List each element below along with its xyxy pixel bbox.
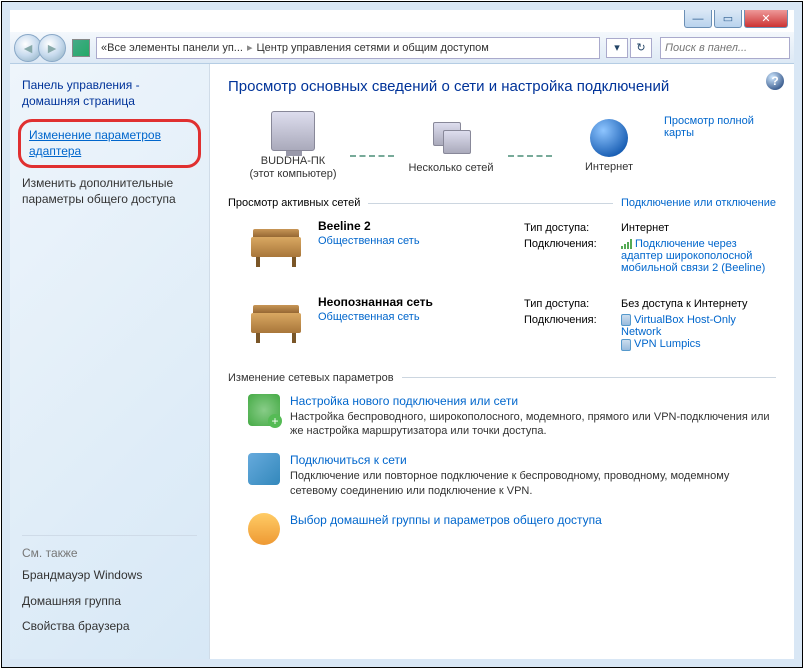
main-content: ? Просмотр основных сведений о сети и на… — [210, 64, 794, 659]
bench-icon — [248, 219, 304, 267]
globe-icon — [590, 119, 628, 157]
change-params-label: Изменение сетевых параметров — [228, 372, 394, 384]
chevron-right-icon: ▸ — [243, 41, 257, 54]
breadcrumb[interactable]: « Все элементы панели уп... ▸ Центр упра… — [96, 37, 600, 59]
network-type-link[interactable]: Общественная сеть — [318, 311, 420, 323]
signal-icon — [621, 239, 633, 249]
breadcrumb-item[interactable]: Центр управления сетями и общим доступом — [256, 42, 488, 54]
breadcrumb-dropdown-button[interactable]: ▾ — [606, 38, 628, 58]
network-type-link[interactable]: Общественная сеть — [318, 235, 420, 247]
network-item: Beeline 2 Общественная сеть Тип доступа:… — [228, 219, 776, 277]
connect-network-icon — [248, 453, 280, 485]
new-connection-icon — [248, 394, 280, 426]
minimize-button[interactable]: — — [684, 10, 712, 28]
connect-disconnect-link[interactable]: Подключение или отключение — [621, 197, 776, 209]
homegroup-icon — [248, 513, 280, 545]
task-link[interactable]: Настройка нового подключения или сети — [290, 394, 776, 408]
task-item: Выбор домашней группы и параметров общег… — [228, 513, 776, 545]
search-box[interactable] — [660, 37, 790, 59]
network-name: Beeline 2 — [318, 219, 518, 233]
adapter-icon — [621, 339, 631, 351]
map-internet[interactable]: Интернет — [554, 119, 664, 174]
maximize-button[interactable]: ▭ — [714, 10, 742, 28]
network-name: Неопознанная сеть — [318, 295, 518, 309]
close-button[interactable]: ✕ — [744, 10, 788, 28]
map-connector — [508, 155, 552, 157]
full-map-link[interactable]: Просмотр полной карты — [664, 115, 776, 139]
adapter-settings-link[interactable]: Изменение параметров адаптера — [18, 119, 201, 168]
map-networks[interactable]: Несколько сетей — [396, 118, 506, 175]
task-item: Настройка нового подключения или сети На… — [228, 394, 776, 440]
active-networks-label: Просмотр активных сетей — [228, 197, 360, 209]
bench-icon — [248, 295, 304, 343]
firewall-link[interactable]: Брандмауэр Windows — [22, 568, 197, 584]
connection-link[interactable]: VirtualBox Host-Only Network — [621, 314, 736, 338]
nav-forward-button[interactable]: ► — [38, 34, 66, 62]
sidebar-home-link[interactable]: Панель управления - домашняя страница — [22, 78, 197, 109]
connection-link[interactable]: VPN Lumpics — [634, 338, 701, 350]
networks-icon — [429, 118, 473, 158]
sidebar: Панель управления - домашняя страница Из… — [10, 64, 210, 659]
search-input[interactable] — [665, 42, 785, 54]
control-panel-icon — [72, 39, 90, 57]
browser-props-link[interactable]: Свойства браузера — [22, 619, 197, 635]
task-link[interactable]: Выбор домашней группы и параметров общег… — [290, 513, 776, 527]
toolbar: ◄ ► « Все элементы панели уп... ▸ Центр … — [10, 32, 794, 64]
network-item: Неопознанная сеть Общественная сеть Тип … — [228, 295, 776, 353]
see-also-label: См. также — [22, 535, 197, 560]
page-title: Просмотр основных сведений о сети и наст… — [228, 78, 776, 95]
breadcrumb-item[interactable]: Все элементы панели уп... — [107, 42, 243, 54]
refresh-button[interactable]: ↻ — [630, 38, 652, 58]
map-connector — [350, 155, 394, 157]
task-item: Подключиться к сети Подключение или повт… — [228, 453, 776, 499]
task-link[interactable]: Подключиться к сети — [290, 453, 776, 467]
adapter-icon — [621, 314, 631, 326]
computer-icon — [271, 111, 315, 151]
homegroup-link[interactable]: Домашняя группа — [22, 594, 197, 610]
connection-link[interactable]: Подключение через адаптер широкополосной… — [621, 238, 765, 274]
help-icon[interactable]: ? — [766, 72, 784, 90]
map-this-pc[interactable]: BUDDHA-ПК (этот компьютер) — [238, 111, 348, 181]
sharing-settings-link[interactable]: Изменить дополнительные параметры общего… — [22, 176, 197, 207]
